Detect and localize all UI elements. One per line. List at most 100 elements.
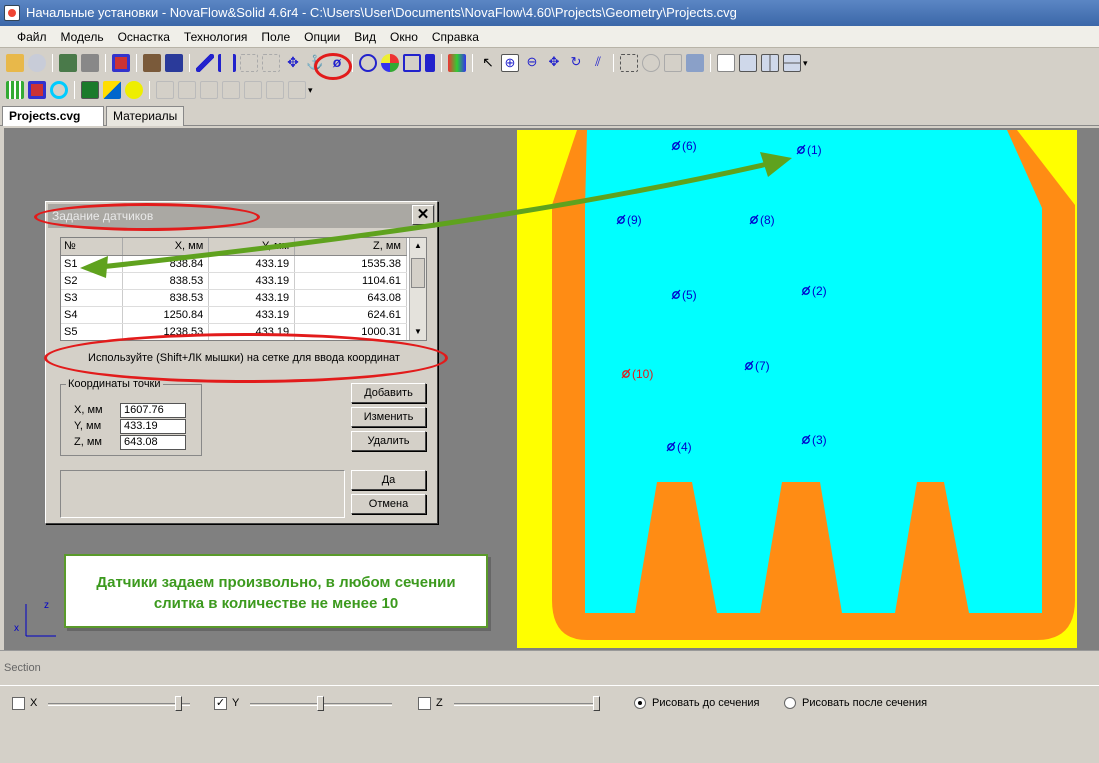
- note-line-2: слитка в количестве не менее 10: [153, 595, 399, 612]
- section-z-checkbox[interactable]: [418, 697, 431, 710]
- frame-icon[interactable]: [403, 54, 421, 72]
- x-coordinate-field[interactable]: 1607.76: [120, 403, 186, 418]
- menu-technology[interactable]: Технология: [177, 30, 255, 44]
- y-coordinate-field[interactable]: 433.19: [120, 419, 186, 434]
- z-label: Z, мм: [74, 436, 102, 448]
- section-y-checkbox[interactable]: ✓: [214, 697, 227, 710]
- table-row[interactable]: S3 838.53 433.19 643.08: [61, 289, 407, 307]
- fill-icon[interactable]: [81, 81, 99, 99]
- disabled-tool-icon: [240, 54, 258, 72]
- y-label: Y, мм: [74, 420, 102, 432]
- screen-icon[interactable]: [59, 54, 77, 72]
- menu-file[interactable]: Файл: [10, 30, 54, 44]
- ring-icon[interactable]: [50, 81, 68, 99]
- menu-field[interactable]: Поле: [254, 30, 297, 44]
- rotate-icon[interactable]: ↻: [567, 54, 585, 72]
- section-x-slider-thumb[interactable]: [175, 696, 182, 711]
- section-header: [0, 650, 1099, 685]
- toolbar-highlight: [314, 53, 352, 80]
- app-icon[interactable]: [4, 5, 20, 21]
- draw-after-radio[interactable]: [784, 697, 796, 709]
- select-box-icon[interactable]: [620, 54, 638, 72]
- section-y-slider-thumb[interactable]: [317, 696, 324, 711]
- z-coordinate-field[interactable]: 643.08: [120, 435, 186, 450]
- section-z-slider-thumb[interactable]: [593, 696, 600, 711]
- document-tabs: Projects.cvg ✕ Материалы: [0, 104, 1099, 141]
- shade-icon[interactable]: [103, 81, 121, 99]
- zoom-out-icon[interactable]: ⊖: [523, 54, 541, 72]
- disabled-zoom-icon: [642, 54, 660, 72]
- move-icon[interactable]: ✥: [284, 54, 302, 72]
- add-button[interactable]: Добавить: [351, 383, 426, 403]
- section-x-checkbox[interactable]: [12, 697, 25, 710]
- view-icon[interactable]: [686, 54, 704, 72]
- pointer-icon[interactable]: ↖: [479, 54, 497, 72]
- menu-window[interactable]: Окно: [383, 30, 425, 44]
- cell: 838.53: [122, 289, 210, 307]
- fit-icon[interactable]: ⫽: [589, 54, 607, 72]
- section-label: Section: [4, 662, 41, 674]
- table-row[interactable]: S4 1250.84 433.19 624.61: [61, 306, 407, 324]
- annotation-note: Датчики задаем произвольно, в любом сече…: [64, 554, 488, 628]
- parallel-icon[interactable]: [218, 54, 236, 72]
- sensor-label: (4): [677, 440, 692, 454]
- layers-icon[interactable]: [143, 54, 161, 72]
- single-view-icon[interactable]: [739, 54, 757, 72]
- menu-options[interactable]: Опции: [297, 30, 347, 44]
- disabled-tool2-icon: [262, 54, 280, 72]
- pan-icon[interactable]: ✥: [545, 54, 563, 72]
- split-vertical-icon[interactable]: [761, 54, 779, 72]
- light-icon[interactable]: [125, 81, 143, 99]
- menu-tooling[interactable]: Оснастка: [111, 30, 177, 44]
- message-area: [60, 470, 345, 518]
- open-icon[interactable]: [6, 54, 24, 72]
- sensor-label: (2): [812, 284, 827, 298]
- chevron-down-icon[interactable]: ▾: [803, 58, 808, 69]
- menu-help[interactable]: Справка: [425, 30, 486, 44]
- model-icon[interactable]: [112, 54, 130, 72]
- cube-right-icon: [222, 81, 240, 99]
- cube-bottom-icon: [266, 81, 284, 99]
- toolbar-view: ▾: [0, 77, 330, 103]
- color-wheel-icon[interactable]: [381, 54, 399, 72]
- cell: 1250.84: [122, 306, 210, 324]
- tab-materials[interactable]: Материалы: [106, 106, 184, 126]
- cube-front-icon: [156, 81, 174, 99]
- circle-icon[interactable]: [359, 54, 377, 72]
- section-z-slider-track[interactable]: [454, 703, 596, 706]
- draw-after-label: Рисовать после сечения: [802, 697, 928, 709]
- menu-view[interactable]: Вид: [347, 30, 383, 44]
- brush-icon[interactable]: [425, 54, 435, 72]
- zoom-in-icon[interactable]: ⊕: [501, 54, 519, 72]
- cell: S5: [61, 323, 124, 340]
- split-horizontal-icon[interactable]: [783, 54, 801, 72]
- line-icon[interactable]: [196, 54, 214, 72]
- palette-icon[interactable]: [448, 54, 466, 72]
- save-icon[interactable]: [165, 54, 183, 72]
- sensor-label: (5): [682, 288, 697, 302]
- cell: 433.19: [208, 306, 296, 324]
- cancel-button[interactable]: Отмена: [351, 494, 426, 514]
- ok-button[interactable]: Да: [351, 470, 426, 490]
- section-x-slider-track[interactable]: [48, 703, 190, 706]
- menu-model[interactable]: Модель: [54, 30, 111, 44]
- delete-button[interactable]: Удалить: [351, 431, 426, 451]
- chevron-down-icon[interactable]: ▾: [308, 85, 313, 96]
- note-line-1: Датчики задаем произвольно, в любом сече…: [96, 574, 456, 591]
- scroll-down-icon[interactable]: ▼: [410, 324, 426, 340]
- disabled-refresh-icon: [664, 54, 682, 72]
- sensor-label: (7): [755, 359, 770, 373]
- edit-button[interactable]: Изменить: [351, 407, 426, 427]
- draw-before-radio[interactable]: [634, 697, 646, 709]
- solid-icon[interactable]: [28, 81, 46, 99]
- mesh-icon[interactable]: [6, 81, 24, 99]
- tab-projects[interactable]: Projects.cvg ✕: [2, 106, 104, 141]
- x-label: X, мм: [74, 404, 103, 416]
- print-icon[interactable]: [81, 54, 99, 72]
- cube-left-icon: [200, 81, 218, 99]
- annotation-arrow: [80, 152, 792, 278]
- disk-icon[interactable]: [28, 54, 46, 72]
- tab-label: Материалы: [113, 109, 178, 123]
- cell: S4: [61, 306, 124, 324]
- new-window-icon[interactable]: [717, 54, 735, 72]
